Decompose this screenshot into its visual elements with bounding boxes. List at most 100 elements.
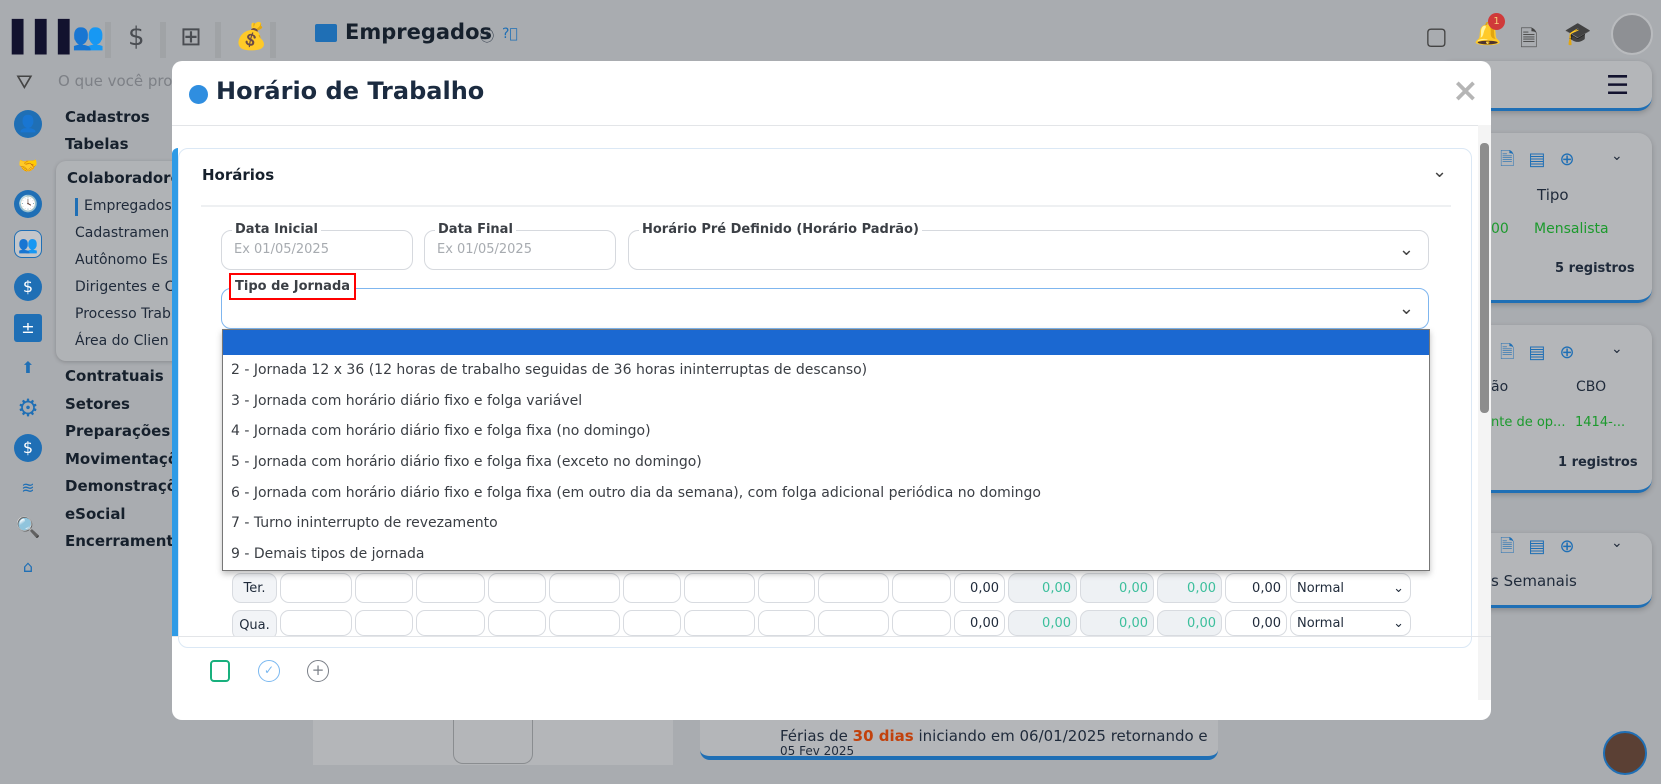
money-bag-icon[interactable]: $	[14, 434, 42, 462]
time-input[interactable]	[280, 573, 352, 603]
placeholder: Ex 01/05/2025	[437, 242, 532, 257]
check-circle-icon[interactable]: ✓	[258, 660, 280, 682]
menu-item[interactable]: Movimentaçõ	[65, 450, 178, 468]
horario-predefinido-select[interactable]: Horário Pré Definido (Horário Padrão) ⌄	[628, 222, 1429, 270]
time-input[interactable]	[280, 610, 352, 636]
menu-item[interactable]: Contratuais	[65, 367, 164, 385]
menu-item[interactable]: Setores	[65, 395, 130, 413]
add-circle-icon[interactable]: +	[307, 660, 329, 682]
time-input[interactable]	[355, 610, 413, 636]
app-logo[interactable]: ▌▌▌	[12, 20, 81, 55]
time-input[interactable]	[684, 573, 755, 603]
menu-item[interactable]: Cadastramen	[75, 225, 169, 241]
scrollbar[interactable]	[1478, 125, 1491, 700]
menu-cadastros[interactable]: Cadastros	[65, 108, 150, 126]
option[interactable]: 2 - Jornada 12 x 36 (12 horas de trabalh…	[223, 355, 1429, 386]
tipo-jornada-select[interactable]: ⌄	[221, 288, 1429, 329]
report-search-icon[interactable]: 🗎	[1520, 22, 1538, 60]
chevron-down-icon[interactable]: ⌄	[1611, 535, 1623, 551]
total-value: 0,00	[954, 573, 1005, 603]
option[interactable]: 5 - Jornada com horário diário fixo e fo…	[223, 447, 1429, 478]
menu-item[interactable]: Demonstraçõ	[65, 477, 177, 495]
time-input[interactable]	[416, 573, 485, 603]
user-settings-icon[interactable]: 👤	[14, 110, 42, 138]
clock-icon	[189, 85, 208, 104]
chevron-down-icon[interactable]: ⌄	[1611, 341, 1623, 357]
menu-empregados[interactable]: Empregados	[84, 198, 172, 214]
card-actions-icons[interactable]: 🗎▤⊕	[1500, 534, 1589, 564]
dollar-icon[interactable]: $	[128, 22, 145, 52]
ferias-date: 05 Fev 2025	[780, 744, 855, 756]
time-input[interactable]	[623, 573, 681, 603]
document-icon[interactable]: ▢	[1425, 22, 1448, 50]
time-input[interactable]	[892, 610, 951, 636]
time-input[interactable]	[684, 610, 755, 636]
data-inicial-field[interactable]: Data Inicial Ex 01/05/2025	[221, 222, 413, 270]
layers-icon[interactable]: ≋	[14, 474, 42, 502]
option[interactable]: 3 - Jornada com horário diário fixo e fo…	[223, 386, 1429, 417]
people-icon[interactable]: 👥	[72, 22, 104, 52]
modal-title: Horário de Trabalho	[216, 77, 485, 105]
option[interactable]: 6 - Jornada com horário diário fixo e fo…	[223, 478, 1429, 509]
graduation-cap-icon[interactable]: 🎓	[1564, 22, 1591, 47]
search-input[interactable]: O que você pro	[58, 72, 172, 90]
home-icon[interactable]: ⌂	[14, 553, 42, 581]
data-final-field[interactable]: Data Final Ex 01/05/2025	[424, 222, 616, 270]
value: 0,00	[1080, 573, 1154, 603]
user-avatar[interactable]	[1611, 13, 1653, 55]
calculator-icon[interactable]: ±	[14, 314, 42, 342]
option[interactable]: 4 - Jornada com horário diário fixo e fo…	[223, 416, 1429, 447]
option[interactable]: 7 - Turno ininterrupto de revezamento	[223, 508, 1429, 539]
search-icon[interactable]: 🔍	[14, 513, 42, 541]
day-type-select[interactable]: Normal ⌄	[1290, 573, 1411, 603]
time-input[interactable]	[818, 573, 889, 603]
time-input[interactable]	[818, 610, 889, 636]
help-icon[interactable]: ?⃝	[502, 26, 518, 42]
option[interactable]: 9 - Demais tipos de jornada	[223, 539, 1429, 570]
arrow-up-icon[interactable]: ⬆	[14, 354, 42, 382]
menu-colaboradores[interactable]: Colaboradore	[67, 169, 181, 187]
card-actions-icons[interactable]: 🗎▤⊕	[1500, 340, 1589, 370]
menu-item[interactable]: Encerramento	[65, 532, 184, 550]
menu-icon[interactable]: ☰	[1606, 71, 1629, 101]
menu-item[interactable]: Área do Clien	[75, 333, 169, 349]
filter-icon[interactable]: ⛛	[16, 70, 33, 94]
time-input[interactable]	[623, 610, 681, 636]
save-icon[interactable]	[210, 660, 230, 682]
people-icon[interactable]: 👥	[14, 230, 42, 258]
close-button[interactable]: ×	[1452, 71, 1479, 109]
time-input[interactable]	[488, 610, 546, 636]
value: 0,00	[1008, 610, 1077, 636]
assistant-avatar[interactable]	[1603, 731, 1647, 775]
clock-icon[interactable]: 🕓	[14, 190, 42, 218]
option-empty-selected[interactable]	[223, 330, 1429, 355]
time-input[interactable]	[355, 573, 413, 603]
chevron-down-icon[interactable]: ⌄	[1611, 148, 1623, 164]
chevron-down-icon[interactable]: ⌄	[1432, 161, 1447, 182]
time-input[interactable]	[549, 573, 620, 603]
time-input[interactable]	[758, 610, 815, 636]
section-title[interactable]: Horários	[202, 166, 274, 184]
menu-item[interactable]: Dirigentes e C	[75, 279, 174, 295]
menu-item[interactable]: Preparações	[65, 422, 170, 440]
calculator-icon[interactable]: ⊞	[180, 22, 202, 52]
time-input[interactable]	[549, 610, 620, 636]
menu-item[interactable]: Processo Trab	[75, 306, 171, 322]
time-input[interactable]	[488, 573, 546, 603]
tipo-jornada-options[interactable]: 2 - Jornada 12 x 36 (12 horas de trabalh…	[222, 329, 1430, 571]
time-input[interactable]	[416, 610, 485, 636]
record-count: 5 registros	[1555, 261, 1635, 276]
text: Férias de	[780, 727, 853, 745]
handshake-icon[interactable]: 🤝	[14, 152, 42, 180]
dollar-icon[interactable]: $	[14, 273, 42, 301]
menu-item[interactable]: eSocial	[65, 505, 126, 523]
money-bag-icon[interactable]: 💰	[235, 22, 267, 52]
gear-icon[interactable]: ⚙	[14, 394, 42, 422]
time-input[interactable]	[892, 573, 951, 603]
card-actions-icons[interactable]: 🗎▤⊕	[1500, 147, 1589, 177]
info-icon[interactable]: ⓘ	[480, 26, 494, 46]
menu-item[interactable]: Autônomo Es	[75, 252, 168, 268]
day-type-select[interactable]: Normal ⌄	[1290, 610, 1411, 636]
menu-tabelas[interactable]: Tabelas	[65, 135, 129, 153]
time-input[interactable]	[758, 573, 815, 603]
